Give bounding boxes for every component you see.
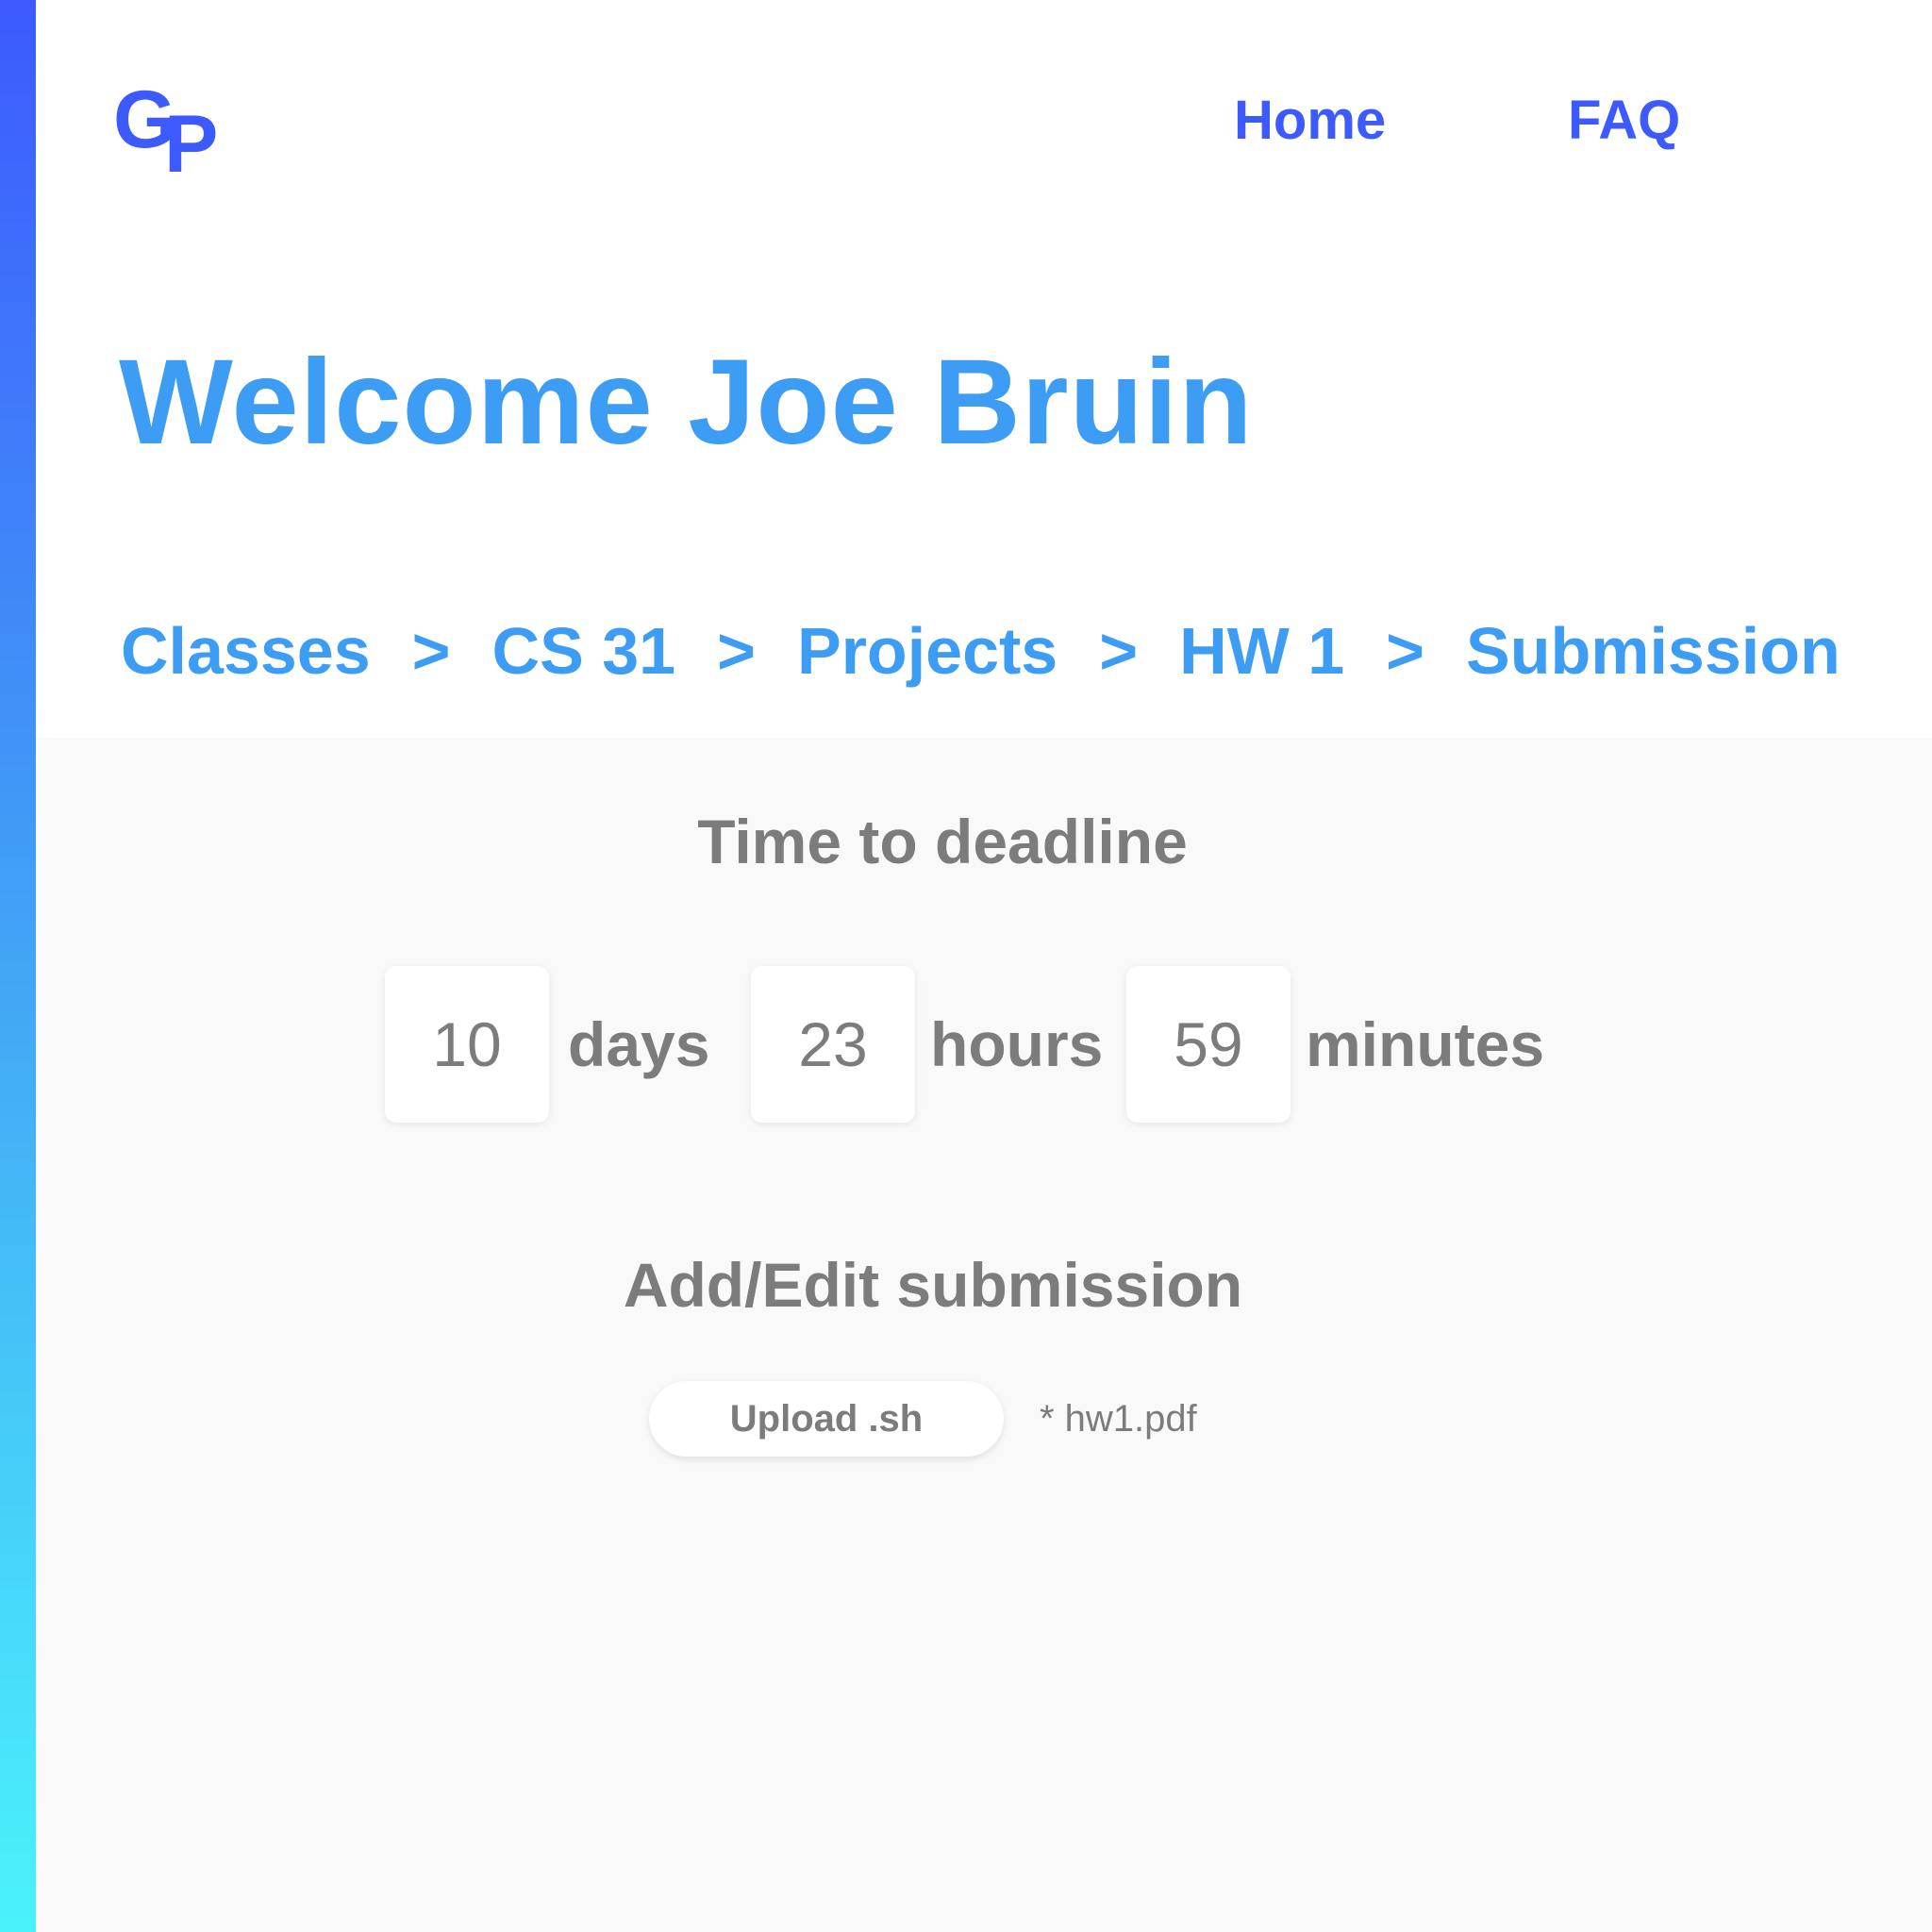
breadcrumb-separator: > bbox=[1099, 614, 1139, 688]
logo-letter-p: P bbox=[164, 99, 219, 190]
breadcrumb-item-hw1[interactable]: HW 1 bbox=[1179, 611, 1344, 691]
breadcrumb-separator: > bbox=[717, 614, 756, 688]
logo[interactable]: G P bbox=[113, 79, 245, 192]
uploaded-file-name: * hw1.pdf bbox=[1040, 1398, 1197, 1440]
deadline-title: Time to deadline bbox=[697, 807, 1188, 876]
breadcrumb-separator: > bbox=[1386, 614, 1425, 688]
countdown-timer: 10 days 23 hours 59 minutes bbox=[36, 966, 1932, 1124]
submission-title: Add/Edit submission bbox=[623, 1250, 1243, 1320]
breadcrumb-item-projects[interactable]: Projects bbox=[797, 611, 1058, 691]
hours-label: hours bbox=[930, 1009, 1104, 1079]
page-title: Welcome Joe Bruin bbox=[119, 335, 1254, 470]
minutes-label: minutes bbox=[1306, 1009, 1545, 1079]
accent-sidebar-bar bbox=[0, 0, 36, 1932]
days-label: days bbox=[568, 1009, 710, 1079]
breadcrumb: Classes > CS 31 > Projects > HW 1 > Subm… bbox=[121, 611, 1840, 691]
breadcrumb-separator: > bbox=[411, 614, 451, 688]
breadcrumb-item-cs31[interactable]: CS 31 bbox=[492, 611, 676, 691]
minutes-count-box: 59 bbox=[1126, 966, 1291, 1123]
nav-faq-link[interactable]: FAQ bbox=[1568, 87, 1680, 155]
nav-home-link[interactable]: Home bbox=[1234, 87, 1386, 155]
upload-button[interactable]: Upload .sh bbox=[649, 1381, 1004, 1457]
hours-count-box: 23 bbox=[751, 966, 915, 1123]
breadcrumb-item-submission[interactable]: Submission bbox=[1466, 611, 1840, 691]
breadcrumb-item-classes[interactable]: Classes bbox=[121, 611, 371, 691]
main-content: Time to deadline 10 days 23 hours 59 min… bbox=[36, 738, 1932, 1932]
page-header: G P Home FAQ Welcome Joe Bruin Classes >… bbox=[36, 0, 1932, 738]
days-count-box: 10 bbox=[385, 966, 549, 1123]
